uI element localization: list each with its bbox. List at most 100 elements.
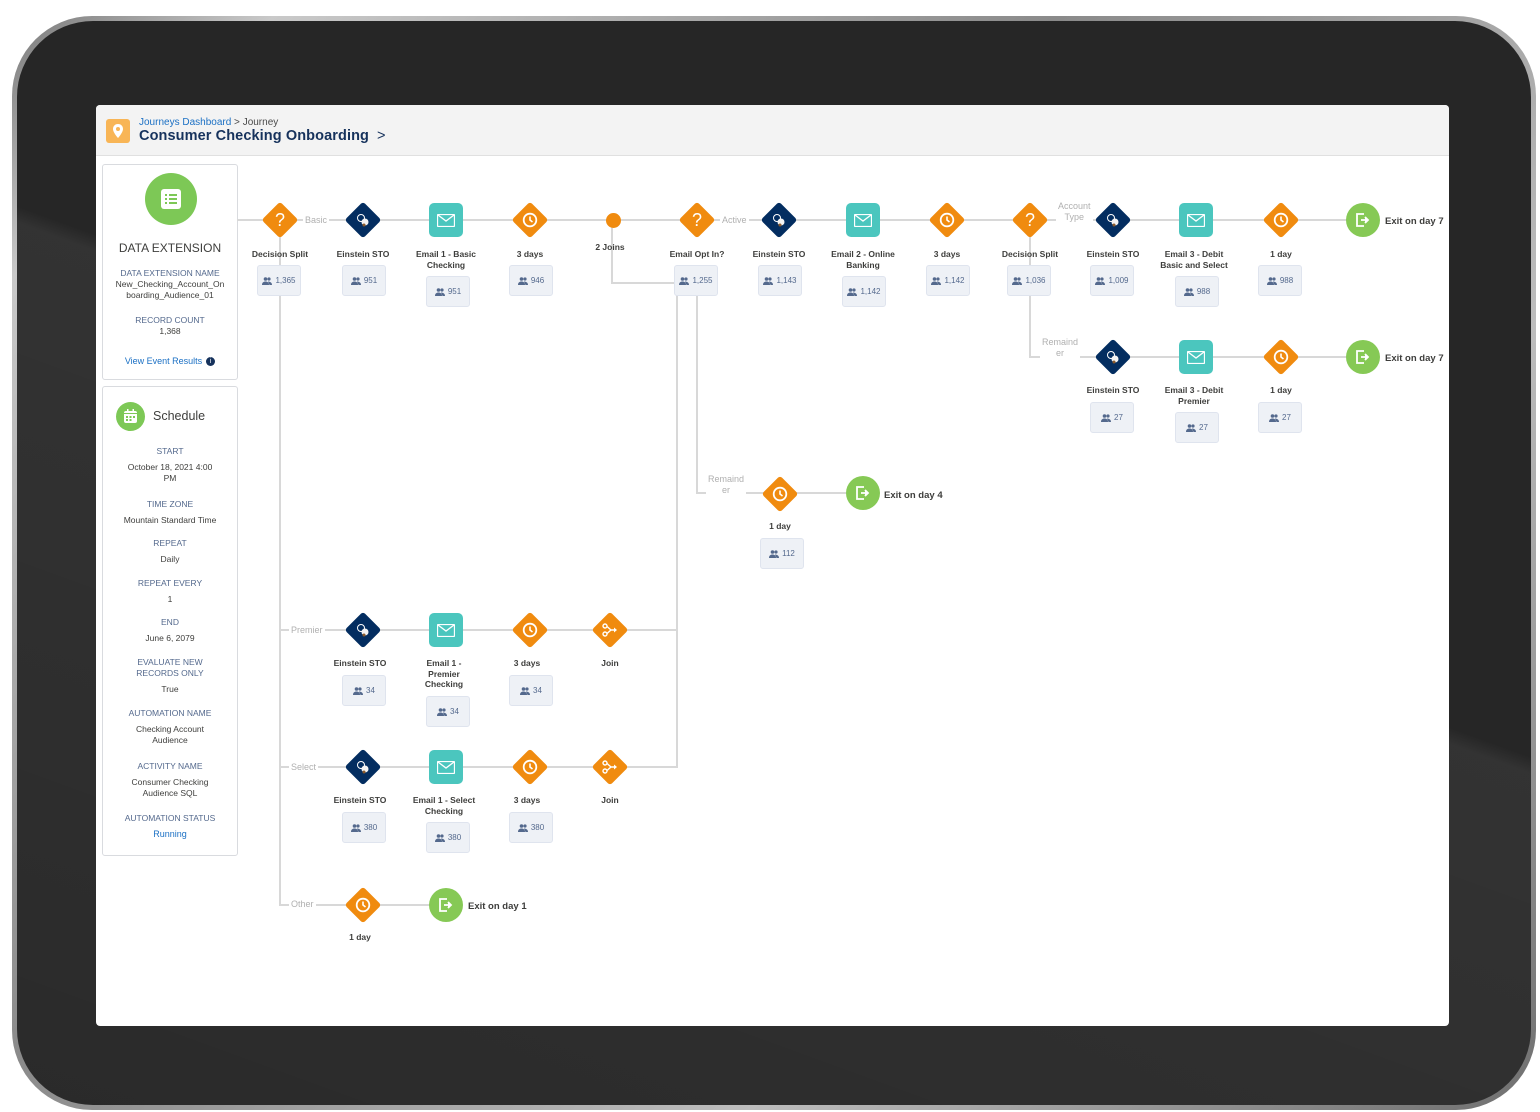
wait-node[interactable] [511,201,549,239]
optin-remainder-line [696,295,698,493]
envelope-icon [429,203,463,237]
envelope-icon [1179,340,1213,374]
users-icon [262,276,273,285]
path-label-basic: Basic [303,215,330,226]
einstein-sto-node[interactable] [344,201,382,239]
einstein-sto-node[interactable] [1094,201,1132,239]
join-icon [592,612,628,648]
einstein-icon [1095,339,1131,375]
wait-node[interactable] [761,475,799,513]
users-icon [434,287,445,296]
envelope-icon [846,203,880,237]
join-node[interactable] [591,611,629,649]
einstein-icon [1095,202,1131,238]
email-node[interactable] [846,203,880,237]
einstein-sto-node[interactable] [760,201,798,239]
count-badge: 951 [426,276,470,307]
einstein-sto-node[interactable] [344,748,382,786]
users-icon [350,823,361,832]
joins-dot[interactable] [606,213,621,228]
clock-icon [345,887,381,923]
users-icon [350,276,361,285]
count-badge: 1,142 [842,276,886,307]
journey-builder-screen: Journeys Dashboard > Journey Consumer Ch… [96,105,1449,1026]
wait-node[interactable] [928,201,966,239]
users-icon [847,287,858,296]
email-node[interactable] [429,203,463,237]
count-badge: 1,142 [926,265,970,296]
users-icon [1012,276,1023,285]
exit-icon [1346,340,1380,374]
users-icon [679,276,690,285]
count-badge: 988 [1175,276,1219,307]
path-label-remainder-split2: Remaind er [1040,337,1081,359]
path-label-active: Active [720,215,749,226]
join-node[interactable] [591,748,629,786]
exit-icon [1346,203,1380,237]
einstein-icon [345,612,381,648]
exit-node[interactable] [1346,340,1380,374]
users-icon [1095,276,1106,285]
exit-node[interactable] [846,476,880,510]
email-node[interactable] [429,750,463,784]
clock-icon [762,476,798,512]
question-icon: ? [274,209,285,230]
users-icon [931,276,942,285]
exit-node[interactable] [429,888,463,922]
users-icon [1183,287,1194,296]
users-icon [1101,413,1112,422]
wait-node[interactable] [511,748,549,786]
users-icon [763,276,774,285]
users-icon [437,707,448,716]
email-node[interactable] [429,613,463,647]
join-icon [592,749,628,785]
einstein-sto-node[interactable] [344,611,382,649]
einstein-sto-node[interactable] [1094,338,1132,376]
users-icon [517,276,528,285]
clock-icon [1263,339,1299,375]
count-badge: 988 [1258,265,1302,296]
wait-node[interactable] [1262,338,1300,376]
joins-vertical-line [611,227,613,284]
path-label-account-type: Account Type [1056,201,1093,223]
count-badge: 34 [342,675,386,706]
count-badge: 380 [342,812,386,843]
email-node[interactable] [1179,203,1213,237]
count-badge: 380 [509,812,553,843]
path-label-select: Select [289,762,319,773]
email-opt-in-decision-node[interactable]: ? [678,201,716,239]
users-icon [517,823,528,832]
split1-branch-line [279,235,281,906]
count-badge: 112 [760,538,804,569]
count-badge: 946 [509,265,553,296]
path-label-remainder-optin: Remaind er [706,474,747,496]
email-node[interactable] [1179,340,1213,374]
envelope-icon [429,613,463,647]
exit-node[interactable] [1346,203,1380,237]
decision-split-node[interactable]: ? [261,201,299,239]
exit-icon [429,888,463,922]
path-label-premier: Premier [289,625,325,636]
question-icon: ? [1024,209,1035,230]
decision-split-node[interactable]: ? [1011,201,1049,239]
join-return-line [676,282,678,768]
einstein-icon [761,202,797,238]
clock-icon [512,749,548,785]
users-icon [1186,423,1197,432]
wait-node[interactable] [344,886,382,924]
users-icon [353,686,364,695]
path-label-other: Other [289,899,316,910]
envelope-icon [429,750,463,784]
journey-canvas: Basic Premier Select Other Active Remain… [96,105,1449,1026]
count-badge: 27 [1090,402,1134,433]
count-badge: 27 [1175,412,1219,443]
wait-node[interactable] [1262,201,1300,239]
count-badge: 1,365 [257,265,301,296]
wait-node[interactable] [511,611,549,649]
count-badge: 1,036 [1007,265,1051,296]
count-badge: 27 [1258,402,1302,433]
count-badge: 34 [426,696,470,727]
clock-icon [1263,202,1299,238]
users-icon [1266,276,1277,285]
clock-icon [512,612,548,648]
